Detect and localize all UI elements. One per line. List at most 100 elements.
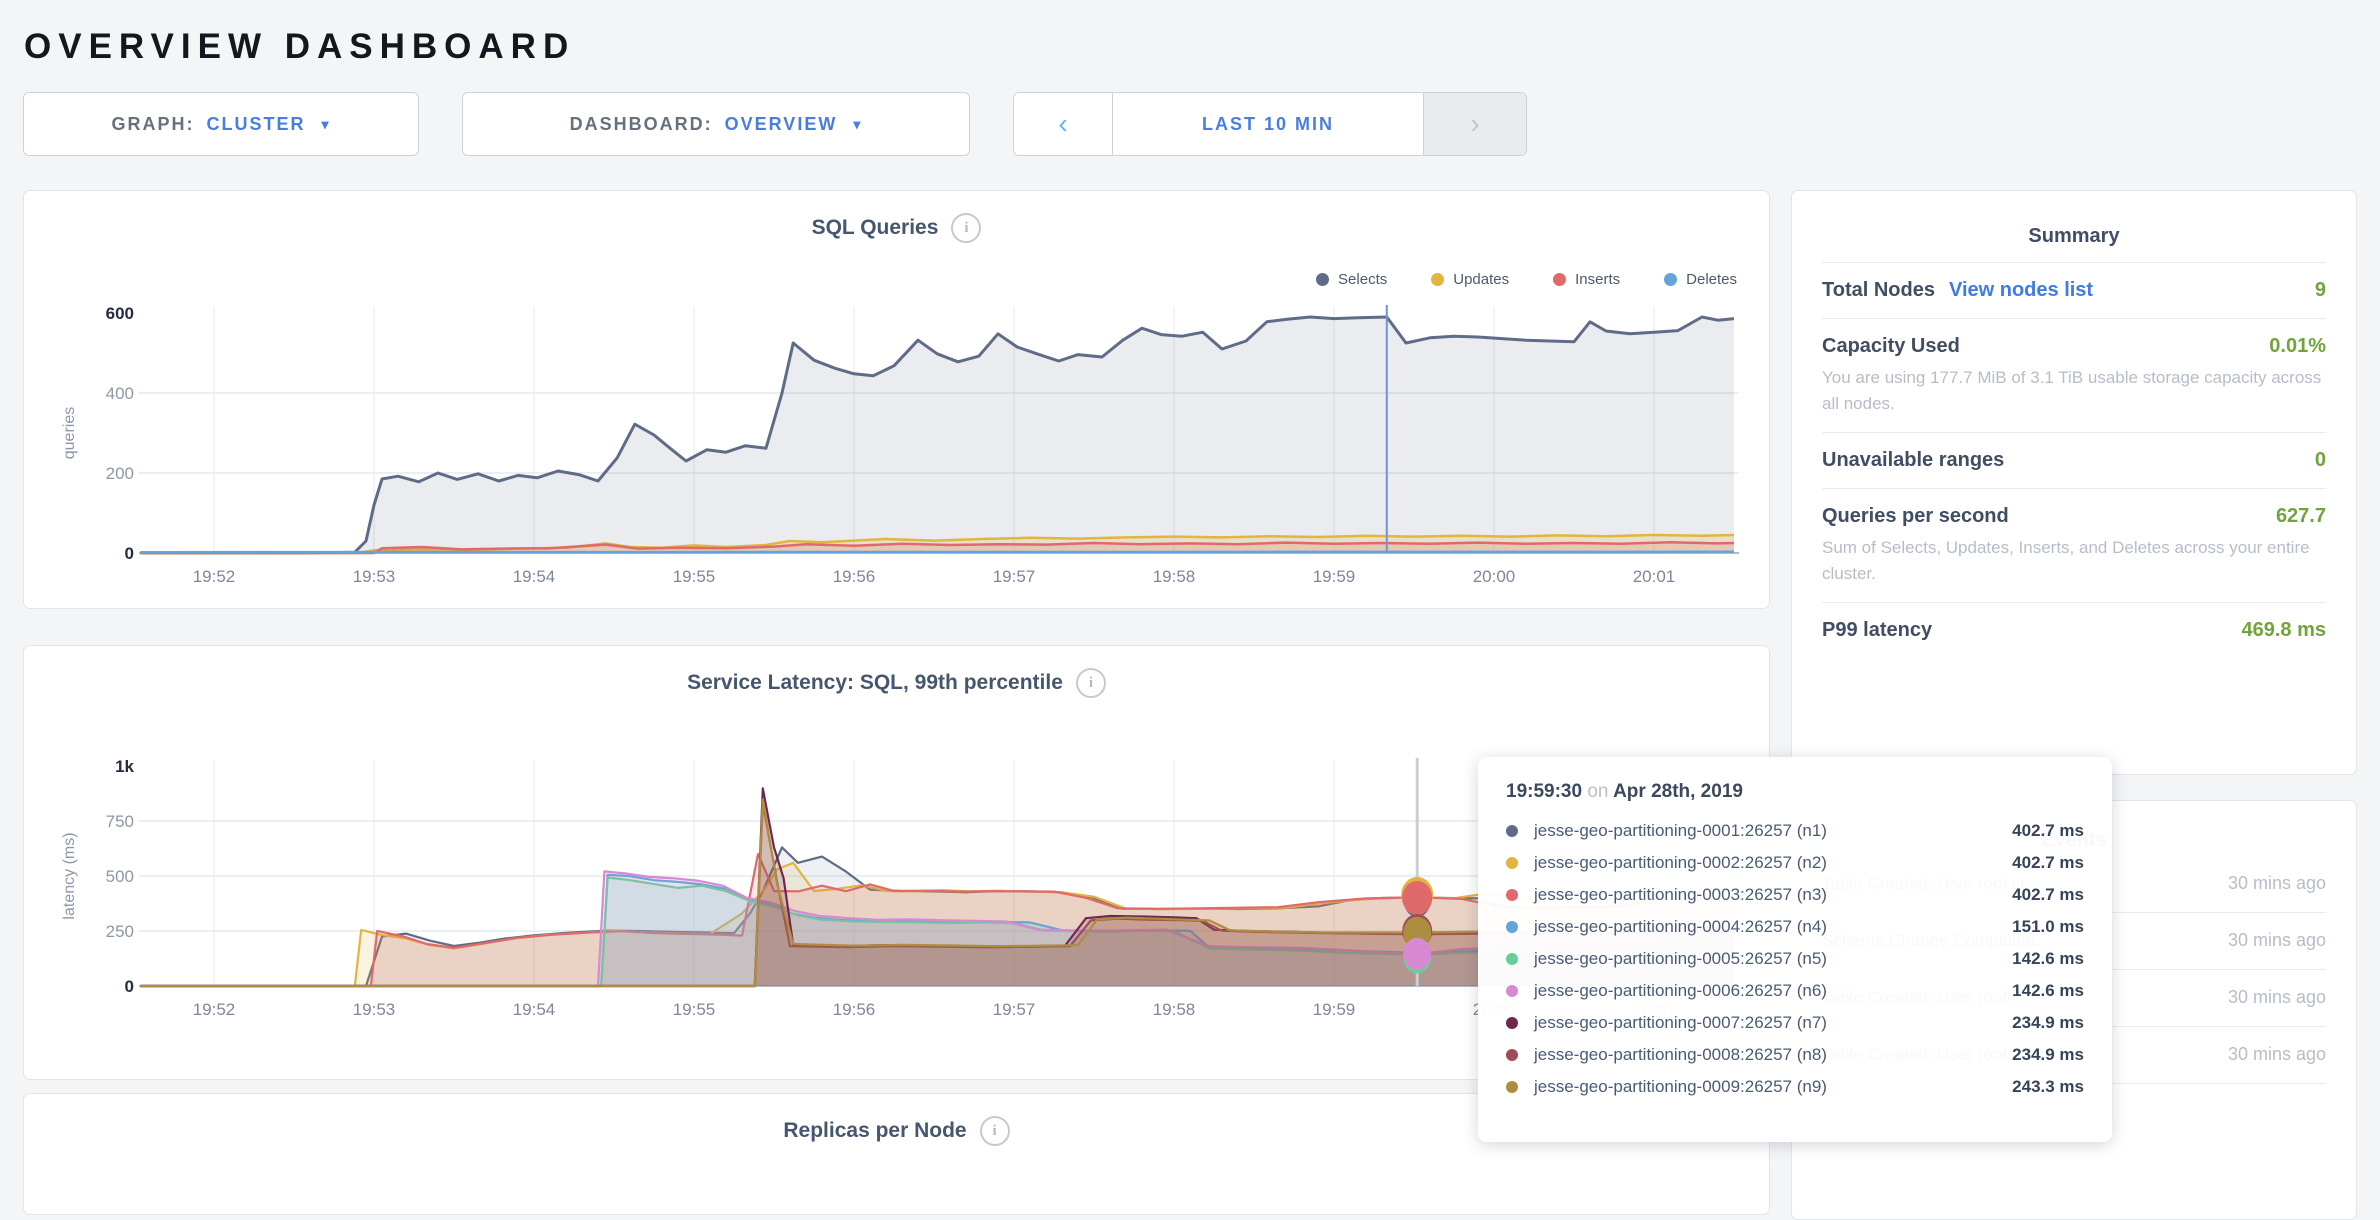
replicas-per-node-title: Replicas per Node <box>783 1119 966 1143</box>
tooltip-node-row: jesse-geo-partitioning-0001:26257 (n1)40… <box>1506 815 2084 847</box>
node-color-dot-icon <box>1506 889 1518 901</box>
svg-text:400: 400 <box>106 384 134 403</box>
tooltip-time: 19:59:30 <box>1506 781 1582 802</box>
summary-row-queries-per-second: Queries per second 627.7 Sum of Selects,… <box>1822 488 2326 602</box>
summary-label: Unavailable ranges <box>1822 449 2004 472</box>
svg-text:19:53: 19:53 <box>353 567 396 586</box>
node-name: jesse-geo-partitioning-0003:26257 (n3) <box>1534 885 1827 905</box>
summary-label: Queries per second <box>1822 505 2009 528</box>
svg-text:19:54: 19:54 <box>513 1000 556 1019</box>
node-color-dot-icon <box>1506 825 1518 837</box>
svg-text:600: 600 <box>106 304 134 323</box>
summary-label: P99 latency <box>1822 619 1932 642</box>
svg-text:20:00: 20:00 <box>1473 567 1516 586</box>
svg-text:19:57: 19:57 <box>993 567 1036 586</box>
node-latency-value: 402.7 ms <box>2012 853 2084 873</box>
summary-title: Summary <box>1822 217 2326 262</box>
svg-text:0: 0 <box>125 544 134 563</box>
tooltip-node-row: jesse-geo-partitioning-0004:26257 (n4) 15… <box>1506 911 2084 943</box>
graph-dropdown[interactable]: GRAPH: CLUSTER ▾ <box>23 92 419 156</box>
summary-value: 0 <box>2315 449 2326 472</box>
svg-text:19:58: 19:58 <box>1153 1000 1196 1019</box>
tooltip-node-row: jesse-geo-partitioning-0008:26257 (n8)23… <box>1506 1039 2084 1071</box>
summary-row-capacity-used: Capacity Used 0.01% You are using 177.7 … <box>1822 318 2326 432</box>
svg-text:latency (ms): latency (ms) <box>61 832 78 919</box>
svg-text:1k: 1k <box>115 757 134 776</box>
tooltip-node-row: jesse-geo-partitioning-0005:26257 (n5) 14… <box>1506 943 2084 975</box>
chart-hover-tooltip: 19:59:30 on Apr 28th, 2019 jesse-geo-par… <box>1478 757 2112 1142</box>
tooltip-node-row: jesse-geo-partitioning-0009:26257 (n9) 24… <box>1506 1071 2084 1103</box>
summary-value: 0.01% <box>2269 335 2326 358</box>
event-time: 30 mins ago <box>2216 927 2326 955</box>
info-icon[interactable]: i <box>980 1116 1010 1146</box>
tooltip-node-row: jesse-geo-partitioning-0003:26257 (n3) 40… <box>1506 879 2084 911</box>
node-latency-value: 142.6 ms <box>2012 981 2084 1001</box>
time-range-button[interactable]: LAST 10 MIN <box>1113 93 1423 155</box>
summary-panel: Summary Total Nodes View nodes list 9 Ca… <box>1791 190 2357 775</box>
node-name: jesse-geo-partitioning-0004:26257 (n4) <box>1534 917 1827 937</box>
dashboard-dropdown-value: OVERVIEW <box>725 114 838 135</box>
summary-label: Total Nodes <box>1822 279 1935 302</box>
svg-text:19:56: 19:56 <box>833 1000 876 1019</box>
time-range-label: LAST 10 MIN <box>1202 114 1334 135</box>
svg-text:19:55: 19:55 <box>673 1000 716 1019</box>
time-prev-button[interactable]: ‹ <box>1014 93 1113 155</box>
graph-dropdown-label: GRAPH: <box>111 114 194 135</box>
node-color-dot-icon <box>1506 857 1518 869</box>
summary-desc: Sum of Selects, Updates, Inserts, and De… <box>1822 535 2326 586</box>
node-color-dot-icon <box>1506 921 1518 933</box>
time-next-button[interactable]: › <box>1423 93 1526 155</box>
svg-text:750: 750 <box>106 812 134 831</box>
event-time: 30 mins ago <box>2216 870 2326 898</box>
node-latency-value: 151.0 ms <box>2012 917 2084 937</box>
node-name: jesse-geo-partitioning-0005:26257 (n5) <box>1534 949 1827 969</box>
svg-text:19:59: 19:59 <box>1313 1000 1356 1019</box>
node-color-dot-icon <box>1506 985 1518 997</box>
chevron-right-icon: › <box>1470 108 1479 140</box>
node-latency-value: 142.6 ms <box>2012 949 2084 969</box>
tooltip-date: Apr 28th, 2019 <box>1613 781 1743 802</box>
node-color-dot-icon <box>1506 1017 1518 1029</box>
node-latency-value: 234.9 ms <box>2012 1013 2084 1033</box>
tooltip-sep: on <box>1587 781 1608 802</box>
summary-desc: You are using 177.7 MiB of 3.1 TiB usabl… <box>1822 365 2326 416</box>
node-color-dot-icon <box>1506 953 1518 965</box>
chevron-down-icon: ▾ <box>853 116 862 133</box>
svg-text:19:56: 19:56 <box>833 567 876 586</box>
node-color-dot-icon <box>1506 1049 1518 1061</box>
summary-label: Capacity Used <box>1822 335 1960 358</box>
svg-text:19:54: 19:54 <box>513 567 556 586</box>
svg-text:19:53: 19:53 <box>353 1000 396 1019</box>
chevron-left-icon: ‹ <box>1058 108 1067 140</box>
time-range-picker: ‹ LAST 10 MIN › <box>1013 92 1527 156</box>
node-name: jesse-geo-partitioning-0007:26257 (n7) <box>1534 1013 1827 1033</box>
svg-text:200: 200 <box>106 464 134 483</box>
node-name: jesse-geo-partitioning-0002:26257 (n2) <box>1534 853 1827 873</box>
node-latency-value: 243.3 ms <box>2012 1077 2084 1097</box>
svg-text:19:59: 19:59 <box>1313 567 1356 586</box>
svg-text:0: 0 <box>125 977 134 996</box>
event-time: 30 mins ago <box>2216 984 2326 1012</box>
node-latency-value: 402.7 ms <box>2012 821 2084 841</box>
node-name: jesse-geo-partitioning-0006:26257 (n6) <box>1534 981 1827 1001</box>
node-name: jesse-geo-partitioning-0009:26257 (n9) <box>1534 1077 1827 1097</box>
node-latency-value: 402.7 ms <box>2012 885 2084 905</box>
dashboard-dropdown-label: DASHBOARD: <box>570 114 713 135</box>
summary-row-total-nodes: Total Nodes View nodes list 9 <box>1822 262 2326 318</box>
sql-queries-chart[interactable]: 020040060019:5219:5319:5419:5519:5619:57… <box>24 191 1769 608</box>
tooltip-rows: jesse-geo-partitioning-0001:26257 (n1)40… <box>1506 815 2084 1103</box>
page-title: OVERVIEW DASHBOARD <box>24 27 575 67</box>
view-nodes-list-link[interactable]: View nodes list <box>1949 279 2093 302</box>
tooltip-node-row: jesse-geo-partitioning-0002:26257 (n2) 40… <box>1506 847 2084 879</box>
node-color-dot-icon <box>1506 1081 1518 1093</box>
summary-row-unavailable-ranges: Unavailable ranges 0 <box>1822 432 2326 488</box>
svg-text:250: 250 <box>106 922 134 941</box>
summary-value: 627.7 <box>2276 505 2326 528</box>
svg-text:19:57: 19:57 <box>993 1000 1036 1019</box>
sql-queries-panel: SQL Queries i Selects Updates Inserts De… <box>23 190 1770 609</box>
svg-text:19:52: 19:52 <box>193 567 236 586</box>
node-name: jesse-geo-partitioning-0008:26257 (n8) <box>1534 1045 1827 1065</box>
summary-value: 469.8 ms <box>2241 619 2326 642</box>
dashboard-dropdown[interactable]: DASHBOARD: OVERVIEW ▾ <box>462 92 970 156</box>
summary-value: 9 <box>2315 279 2326 302</box>
